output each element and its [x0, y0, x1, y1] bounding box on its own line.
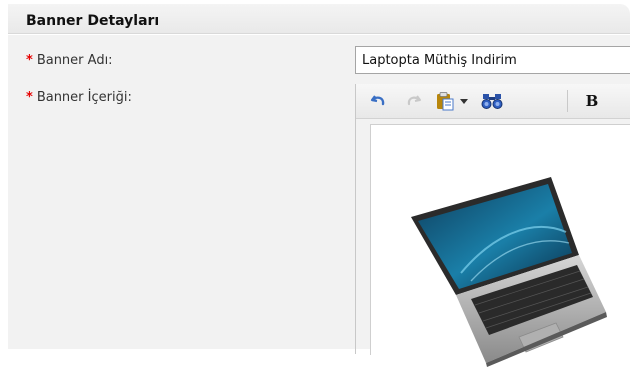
banner-name-label: * Banner Adı: [26, 53, 113, 68]
banner-name-input[interactable] [355, 46, 630, 74]
editor-content-area[interactable] [370, 124, 630, 367]
rich-text-editor: B [355, 84, 630, 367]
dropdown-arrow-icon[interactable] [458, 90, 470, 112]
editor-toolbar: B [356, 84, 630, 119]
bold-button[interactable]: B [582, 90, 602, 112]
section-title: Banner Detayları [26, 13, 160, 29]
undo-icon[interactable] [368, 90, 390, 112]
required-marker: * [26, 53, 33, 68]
redo-icon[interactable] [402, 90, 424, 112]
find-icon[interactable] [480, 90, 504, 112]
section-header: Banner Detayları [8, 4, 630, 34]
laptop-image [411, 177, 607, 367]
paste-icon[interactable] [434, 90, 456, 112]
required-marker: * [26, 90, 33, 105]
toolbar-separator [567, 90, 568, 112]
banner-content-label-text: Banner İçeriği: [36, 90, 132, 105]
banner-name-label-text: Banner Adı: [36, 53, 113, 68]
banner-content-label: * Banner İçeriği: [26, 90, 132, 105]
